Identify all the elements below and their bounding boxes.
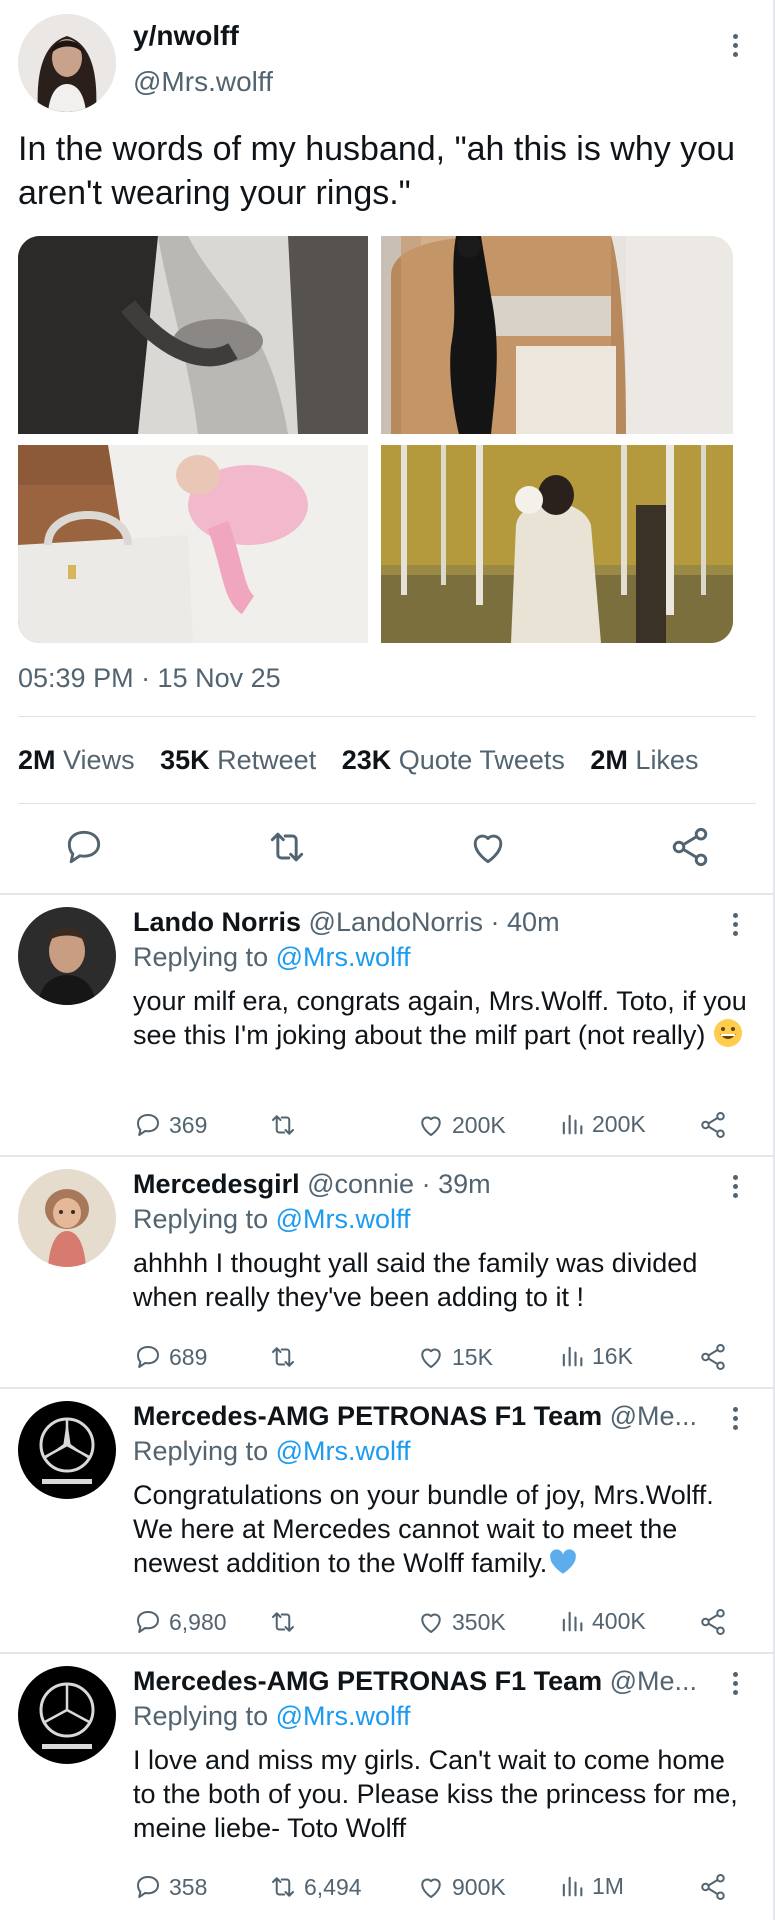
divider [18, 716, 756, 717]
reply-author-handle[interactable]: @Me... [610, 1666, 697, 1696]
views-count[interactable]: 400K [558, 1607, 646, 1635]
author-avatar[interactable] [18, 14, 116, 112]
views-count[interactable]: 1M [558, 1872, 624, 1900]
reply-author-handle[interactable]: @Me... [610, 1401, 697, 1431]
reply-actions: 369 200K 200K [133, 1110, 733, 1142]
share-icon[interactable] [698, 1110, 728, 1140]
replying-to-link[interactable]: @Mrs.wolff [276, 1436, 411, 1466]
tweet-timestamp[interactable]: 05:39 PM · 15 Nov 25 [18, 663, 281, 694]
reply-author-name[interactable]: Mercedes-AMG PETRONAS F1 Team [133, 1666, 602, 1696]
reply-author-handle[interactable]: @connie [307, 1169, 414, 1199]
share-icon[interactable] [668, 825, 712, 869]
replying-to: Replying to @Mrs.wolff [133, 1204, 411, 1234]
reply-actions: 6,980 350K 400K [133, 1607, 733, 1639]
grinning-face-emoji [713, 1018, 743, 1056]
reply-time: · 40m [490, 907, 560, 937]
retweet-count[interactable] [268, 1342, 304, 1372]
reply-icon[interactable] [62, 825, 106, 869]
like-count[interactable]: 15K [416, 1342, 493, 1372]
retweet-count[interactable]: 6,494 [268, 1872, 362, 1902]
author-name[interactable]: y/nwolff [133, 20, 239, 52]
retweet-count[interactable] [268, 1110, 304, 1140]
replying-to-link[interactable]: @Mrs.wolff [276, 942, 411, 972]
reply-author-name[interactable]: Lando Norris [133, 907, 301, 937]
more-options-icon[interactable] [731, 1672, 739, 1699]
stat-views[interactable]: 2M Views [18, 745, 135, 775]
like-icon[interactable] [466, 825, 510, 869]
tweet-stats: 2M Views 35K Retweet 23K Quote Tweets 2M… [18, 745, 716, 776]
reply-tweet[interactable]: Mercedes-AMG PETRONAS F1 Team @Me... Rep… [0, 1389, 775, 1652]
reply-text: I love and miss my girls. Can't wait to … [133, 1745, 738, 1843]
replying-to: Replying to @Mrs.wolff [133, 1436, 411, 1466]
reply-actions: 689 15K 16K [133, 1342, 733, 1374]
mercedes-avatar[interactable] [18, 1401, 116, 1499]
reply-time: · 39m [421, 1169, 491, 1199]
reply-text: ahhhh I thought yall said the family was… [133, 1248, 698, 1312]
reply-header: Mercedesgirl @connie · 39m [133, 1169, 723, 1200]
reply-author-name[interactable]: Mercedesgirl [133, 1169, 300, 1199]
reply-tweet[interactable]: Lando Norris @LandoNorris · 40m Replying… [0, 895, 775, 1155]
more-options-icon[interactable] [731, 34, 739, 61]
like-count[interactable]: 200K [416, 1110, 506, 1140]
more-options-icon[interactable] [731, 1175, 739, 1202]
replying-to-link[interactable]: @Mrs.wolff [276, 1701, 411, 1731]
retweet-count[interactable] [268, 1607, 304, 1637]
tweet-thread: y/nwolff @Mrs.wolff In the words of my h… [0, 0, 775, 1920]
reply-count[interactable]: 689 [133, 1342, 207, 1372]
main-tweet: y/nwolff @Mrs.wolff In the words of my h… [0, 0, 775, 895]
blue-heart-emoji [547, 1547, 579, 1583]
reply-author-handle[interactable]: @LandoNorris [309, 907, 484, 937]
mercedes-avatar[interactable] [18, 1666, 116, 1764]
reply-tweet[interactable]: Mercedesgirl @connie · 39m Replying to @… [0, 1157, 775, 1387]
more-options-icon[interactable] [731, 1407, 739, 1434]
replying-to: Replying to @Mrs.wolff [133, 1701, 411, 1731]
views-count[interactable]: 200K [558, 1110, 646, 1138]
photo-3[interactable] [18, 445, 368, 643]
like-count[interactable]: 900K [416, 1872, 506, 1902]
reply-count[interactable]: 6,980 [133, 1607, 227, 1637]
views-count[interactable]: 16K [558, 1342, 633, 1370]
share-icon[interactable] [698, 1607, 728, 1637]
more-options-icon[interactable] [731, 913, 739, 940]
stat-likes[interactable]: 2M Likes [590, 745, 698, 775]
stat-retweets[interactable]: 35K Retweet [160, 745, 316, 775]
photo-4[interactable] [381, 445, 733, 643]
stat-quote-tweets[interactable]: 23K Quote Tweets [342, 745, 565, 775]
reply-tweet[interactable]: Mercedes-AMG PETRONAS F1 Team @Me... Rep… [0, 1654, 775, 1920]
tweet-text: In the words of my husband, "ah this is … [18, 130, 735, 212]
author-handle[interactable]: @Mrs.wolff [133, 66, 273, 98]
reply-actions: 358 6,494 900K 1M [133, 1872, 733, 1904]
divider [18, 803, 756, 804]
reply-avatar[interactable] [18, 907, 116, 1005]
retweet-icon[interactable] [265, 825, 309, 869]
reply-header: Lando Norris @LandoNorris · 40m [133, 907, 723, 938]
replying-to-link[interactable]: @Mrs.wolff [276, 1204, 411, 1234]
reply-header: Mercedes-AMG PETRONAS F1 Team @Me... [133, 1666, 723, 1697]
reply-header: Mercedes-AMG PETRONAS F1 Team @Me... [133, 1401, 723, 1432]
reply-author-name[interactable]: Mercedes-AMG PETRONAS F1 Team [133, 1401, 602, 1431]
share-icon[interactable] [698, 1342, 728, 1372]
reply-count[interactable]: 369 [133, 1110, 207, 1140]
reply-avatar[interactable] [18, 1169, 116, 1267]
tweet-actions [0, 825, 775, 875]
reply-text: Congratulations on your bundle of joy, M… [133, 1478, 753, 1583]
photo-2[interactable] [381, 236, 733, 434]
photo-1[interactable] [18, 236, 368, 434]
like-count[interactable]: 350K [416, 1607, 506, 1637]
reply-count[interactable]: 358 [133, 1872, 207, 1902]
share-icon[interactable] [698, 1872, 728, 1902]
tweet-media-grid [18, 236, 733, 643]
reply-text: your milf era, congrats again, Mrs.Wolff… [133, 984, 753, 1056]
replying-to: Replying to @Mrs.wolff [133, 942, 411, 972]
